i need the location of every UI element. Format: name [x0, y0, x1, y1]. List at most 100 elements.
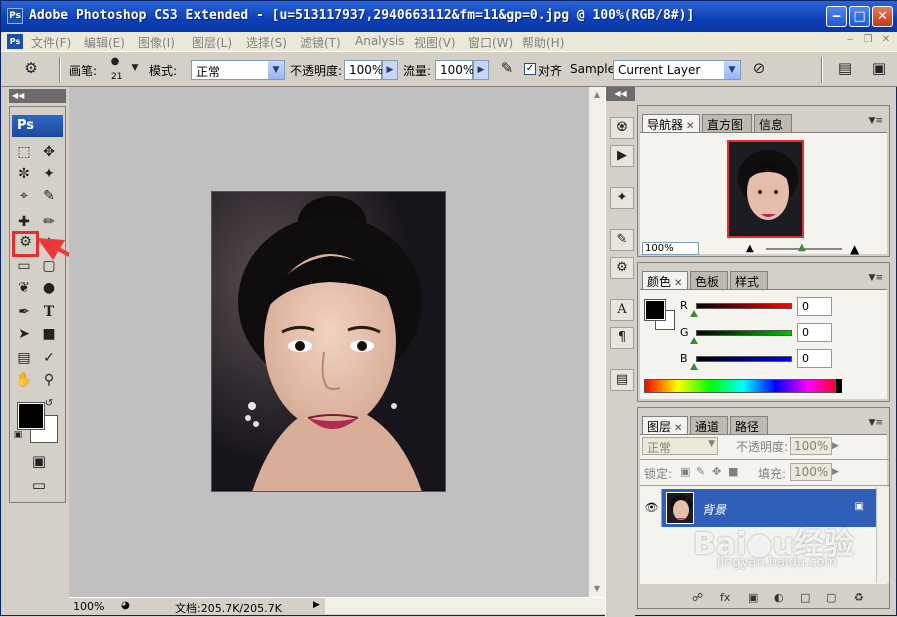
crop-tool-icon[interactable]: ⌖: [13, 185, 35, 207]
minimize-button[interactable]: ‒: [826, 6, 847, 27]
scroll-down-icon[interactable]: ▼: [589, 581, 605, 597]
color-ramp[interactable]: [644, 379, 842, 393]
close-icon[interactable]: ✕: [686, 121, 694, 132]
menu-layer[interactable]: 图层(L): [192, 34, 232, 51]
menu-help[interactable]: 帮助(H): [522, 34, 564, 51]
clone-stamp-preset-icon[interactable]: ⚙: [19, 58, 43, 78]
close-icon[interactable]: ✕: [674, 423, 682, 434]
green-slider-thumb[interactable]: [690, 337, 698, 344]
delete-layer-icon[interactable]: ♻: [854, 591, 864, 604]
tab-info[interactable]: 信息: [754, 114, 792, 132]
scroll-up-icon[interactable]: ▲: [589, 87, 605, 103]
sample-select[interactable]: Current Layer ▼: [613, 60, 741, 80]
layer-opacity-flyout-icon[interactable]: ▶: [832, 437, 846, 455]
menu-window[interactable]: 窗口(W): [468, 34, 513, 51]
lock-all-icon[interactable]: ■: [728, 465, 738, 478]
shape-tool-icon[interactable]: ■: [38, 323, 60, 345]
menu-file[interactable]: 文件(F): [31, 34, 71, 51]
doc-restore-icon[interactable]: ❐: [861, 34, 875, 47]
new-layer-icon[interactable]: ▢: [826, 591, 836, 604]
tab-histogram[interactable]: 直方图: [702, 114, 752, 132]
close-button[interactable]: ✕: [872, 6, 893, 27]
tab-channels[interactable]: 通道: [690, 416, 728, 434]
navigator-zoom-input[interactable]: 100%: [642, 242, 699, 255]
tool-presets-icon[interactable]: ✦: [610, 187, 634, 209]
color-ramp-black[interactable]: [836, 379, 842, 393]
flow-input[interactable]: 100%: [435, 60, 474, 80]
aligned-checkbox[interactable]: ✓: [524, 63, 536, 75]
tab-styles[interactable]: 样式: [730, 271, 768, 289]
layer-name[interactable]: 背景: [702, 501, 726, 518]
fill-input[interactable]: 100%: [790, 463, 832, 481]
brush-dropdown-icon[interactable]: ▼: [129, 58, 141, 78]
menu-image[interactable]: 图像(I): [138, 34, 175, 51]
layers-scrollbar[interactable]: [876, 487, 889, 583]
layer-mask-icon[interactable]: ▣: [748, 591, 758, 604]
navigator-thumbnail[interactable]: [727, 140, 804, 238]
document-image[interactable]: [211, 191, 446, 492]
fill-flyout-icon[interactable]: ▶: [832, 463, 846, 481]
character-panel-icon[interactable]: A: [610, 299, 634, 321]
ignore-adjustment-layers-icon[interactable]: ⊘: [748, 58, 770, 78]
red-slider-thumb[interactable]: [690, 310, 698, 317]
panel-menu-icon[interactable]: ▼≡: [869, 273, 883, 283]
zoom-in-icon[interactable]: ▲: [850, 242, 859, 256]
maximize-button[interactable]: □: [849, 6, 870, 27]
doc-minimize-icon[interactable]: ‒: [843, 34, 857, 47]
eyedropper-tool-icon[interactable]: ✓: [38, 347, 60, 369]
tab-paths[interactable]: 路径: [730, 416, 768, 434]
brush-dot-icon[interactable]: ●: [105, 52, 125, 72]
lasso-tool-icon[interactable]: ✼: [13, 163, 35, 185]
layer-style-icon[interactable]: fx: [720, 591, 730, 604]
foreground-color-swatch[interactable]: [17, 402, 45, 430]
canvas-area[interactable]: [69, 87, 588, 597]
bridge-icon[interactable]: ▣: [867, 58, 891, 78]
status-menu-icon[interactable]: ▶: [313, 600, 320, 614]
zoom-level[interactable]: 100%: [73, 600, 104, 614]
history-panel-icon[interactable]: ♼: [610, 117, 634, 139]
doc-close-icon[interactable]: ✕: [879, 34, 893, 47]
marquee-tool-icon[interactable]: ⬚: [13, 141, 35, 163]
close-icon[interactable]: ✕: [674, 278, 682, 289]
red-slider[interactable]: [696, 303, 792, 309]
move-tool-icon[interactable]: ✥: [38, 141, 60, 163]
layer-comps-icon[interactable]: ▤: [610, 369, 634, 391]
tab-color[interactable]: 颜色 ✕: [642, 271, 688, 289]
mode-select[interactable]: 正常 ▼: [191, 60, 285, 80]
adjustment-layer-icon[interactable]: ◐: [774, 591, 784, 604]
panel-menu-icon[interactable]: ▼≡: [869, 418, 883, 428]
blue-slider-thumb[interactable]: [690, 363, 698, 370]
vertical-scrollbar[interactable]: ▲ ▼: [588, 87, 605, 597]
red-value-input[interactable]: 0: [797, 297, 832, 316]
lock-transparent-icon[interactable]: ▣: [680, 465, 690, 478]
menu-analysis[interactable]: Analysis: [355, 34, 404, 48]
menu-edit[interactable]: 编辑(E): [84, 34, 125, 51]
airbrush-icon[interactable]: ✎: [495, 58, 519, 78]
quick-mask-icon[interactable]: ▣: [27, 451, 51, 471]
toolbox-header[interactable]: ◀◀: [9, 89, 66, 103]
blue-slider[interactable]: [696, 356, 792, 362]
zoom-tool-icon[interactable]: ⚲: [38, 369, 60, 391]
screen-mode-icon[interactable]: ▭: [27, 475, 51, 495]
paragraph-panel-icon[interactable]: ¶: [610, 327, 634, 349]
link-layers-icon[interactable]: ☍: [692, 591, 703, 604]
tab-swatches[interactable]: 色板: [690, 271, 728, 289]
green-slider[interactable]: [696, 330, 792, 336]
new-group-icon[interactable]: □: [800, 591, 810, 604]
panel-menu-icon[interactable]: ▼≡: [869, 116, 883, 126]
default-colors-icon[interactable]: ▣: [12, 429, 24, 441]
eye-icon[interactable]: 👁: [642, 489, 662, 527]
green-value-input[interactable]: 0: [797, 323, 832, 342]
blue-value-input[interactable]: 0: [797, 349, 832, 368]
hand-tool-icon[interactable]: ✋: [13, 369, 35, 391]
menu-select[interactable]: 选择(S): [246, 34, 287, 51]
lock-pixels-icon[interactable]: ✎: [696, 465, 705, 478]
tab-navigator[interactable]: 导航器 ✕: [642, 114, 700, 132]
actions-panel-icon[interactable]: ▶: [610, 145, 634, 167]
brushes-panel-icon[interactable]: ✎: [610, 229, 634, 251]
layer-opacity-input[interactable]: 100%: [790, 437, 832, 455]
opacity-flyout-icon[interactable]: ▶: [382, 60, 398, 80]
zoom-out-icon[interactable]: ▲: [746, 243, 754, 254]
lock-position-icon[interactable]: ✥: [712, 465, 721, 478]
opacity-input[interactable]: 100%: [344, 60, 383, 80]
